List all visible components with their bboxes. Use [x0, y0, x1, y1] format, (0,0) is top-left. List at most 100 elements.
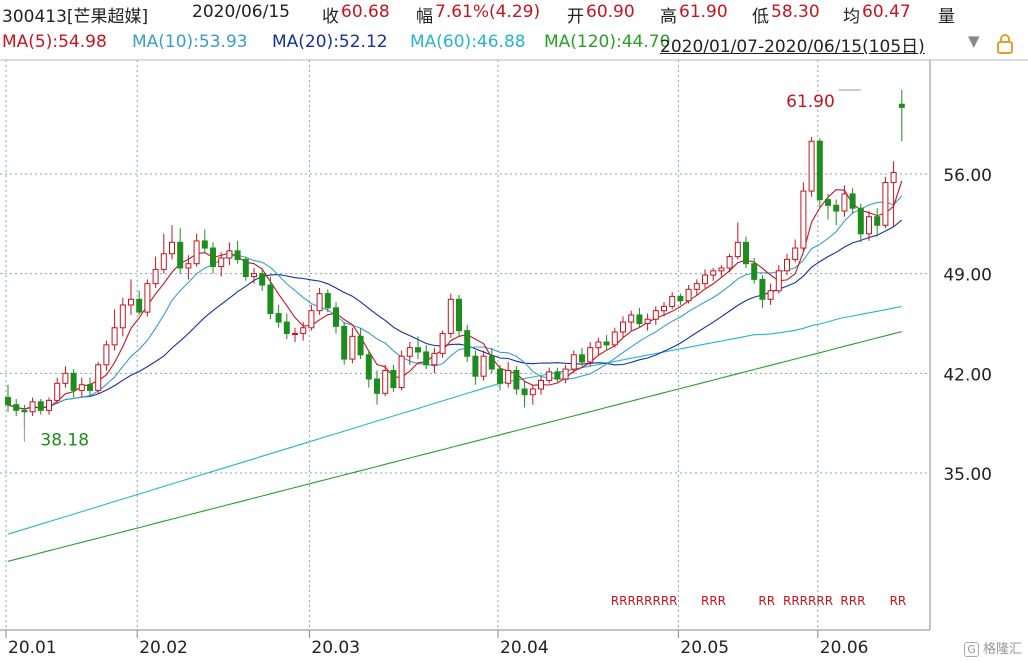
candle [70, 369, 77, 398]
candle-body [652, 310, 659, 320]
grid-lines: 56.00 49.00 42.00 35.00 20.01 20.02 20.03 20.04… [0, 59, 1028, 658]
close-label: 收 [322, 7, 339, 27]
candle-body [775, 270, 782, 292]
candle-body [743, 241, 749, 265]
candle [808, 136, 815, 197]
ma5-label: MA(5):54.98 [2, 32, 107, 52]
x-tick-label: 20.01 [8, 638, 57, 658]
candle-body [210, 247, 216, 268]
candle-body [54, 382, 61, 401]
ma120-label: MA(120):44.70 [544, 32, 671, 52]
candle [29, 397, 36, 417]
candle-body [87, 384, 93, 391]
candle [226, 242, 233, 266]
candle [644, 313, 651, 331]
candle [546, 367, 553, 384]
candle-body [529, 388, 536, 396]
open-value: 60.90 [586, 2, 635, 22]
candle [669, 292, 676, 310]
candle-body [382, 369, 389, 394]
candle [603, 334, 610, 351]
candle [308, 304, 315, 331]
candle-body [37, 401, 44, 411]
candle-body [890, 172, 897, 184]
candle-body [570, 354, 577, 370]
candle-body [144, 283, 151, 313]
candle [333, 302, 339, 334]
candle [283, 313, 290, 340]
candle-body [898, 103, 905, 108]
candle-body [603, 341, 610, 346]
candle [898, 89, 905, 142]
candle-body [579, 354, 585, 363]
candle [529, 384, 536, 405]
candle [472, 350, 479, 385]
candle-body [521, 388, 528, 396]
candle [480, 350, 487, 381]
candle-body [816, 140, 823, 201]
dropdown-triangle-icon[interactable]: ▼ [968, 32, 980, 50]
candle-body [669, 295, 676, 307]
candle-body [808, 140, 815, 192]
candle [13, 398, 20, 417]
candle-body [636, 314, 643, 325]
r-marker: RR [758, 594, 775, 608]
candle-body [193, 240, 200, 265]
candle [882, 176, 889, 229]
candle-body [431, 352, 438, 366]
volume-label: 量 [938, 7, 955, 27]
candle-body [259, 273, 266, 286]
candle-body [177, 241, 184, 269]
candle [554, 367, 561, 382]
candle [611, 327, 618, 348]
x-tick-label: 20.04 [500, 638, 549, 658]
candle [201, 229, 208, 253]
candle-body [464, 330, 471, 357]
candle [734, 222, 741, 260]
candle-body [546, 371, 553, 381]
candle-body [62, 372, 69, 384]
candle-body [866, 216, 872, 235]
candle-body [341, 325, 348, 360]
candle-body [702, 274, 708, 285]
candle-body [685, 288, 692, 302]
watermark: G 格隆汇 [964, 638, 1022, 657]
candle [5, 384, 11, 412]
candle [816, 138, 823, 209]
candle [718, 265, 725, 277]
candle [95, 361, 102, 394]
candle-body [874, 216, 881, 226]
candle [595, 337, 602, 355]
candle [357, 327, 364, 360]
y-tick-label: 56.00 [943, 166, 992, 186]
candle-body [275, 313, 282, 323]
candle [62, 366, 69, 388]
candle-body [447, 298, 454, 334]
candle-body [554, 371, 561, 380]
candle [710, 267, 717, 281]
x-tick-label: 20.03 [311, 638, 360, 658]
candle-body [726, 256, 733, 269]
candle-body [357, 335, 364, 356]
candle-body [390, 369, 397, 389]
candle-body [398, 355, 405, 389]
candle-body [456, 298, 462, 332]
candle-body [620, 321, 626, 333]
candle [447, 293, 454, 338]
open-label: 开 [567, 7, 584, 27]
y-tick-label: 35.00 [943, 465, 992, 485]
candle-body [226, 250, 233, 259]
ma20-label: MA(20):52.12 [272, 32, 388, 52]
candle-body [800, 190, 807, 249]
candle-body [300, 327, 307, 334]
date-range-selector[interactable]: 2020/01/07-2020/06/15(105日) [660, 32, 925, 57]
candle [702, 269, 708, 288]
candle [136, 290, 143, 315]
r-marker: RR [890, 594, 907, 608]
candle-body [628, 314, 635, 323]
candle [374, 370, 380, 405]
candle-body [95, 364, 102, 391]
candle-body [119, 304, 126, 329]
x-tick-label: 20.02 [139, 638, 188, 658]
lock-icon[interactable] [996, 34, 1014, 59]
